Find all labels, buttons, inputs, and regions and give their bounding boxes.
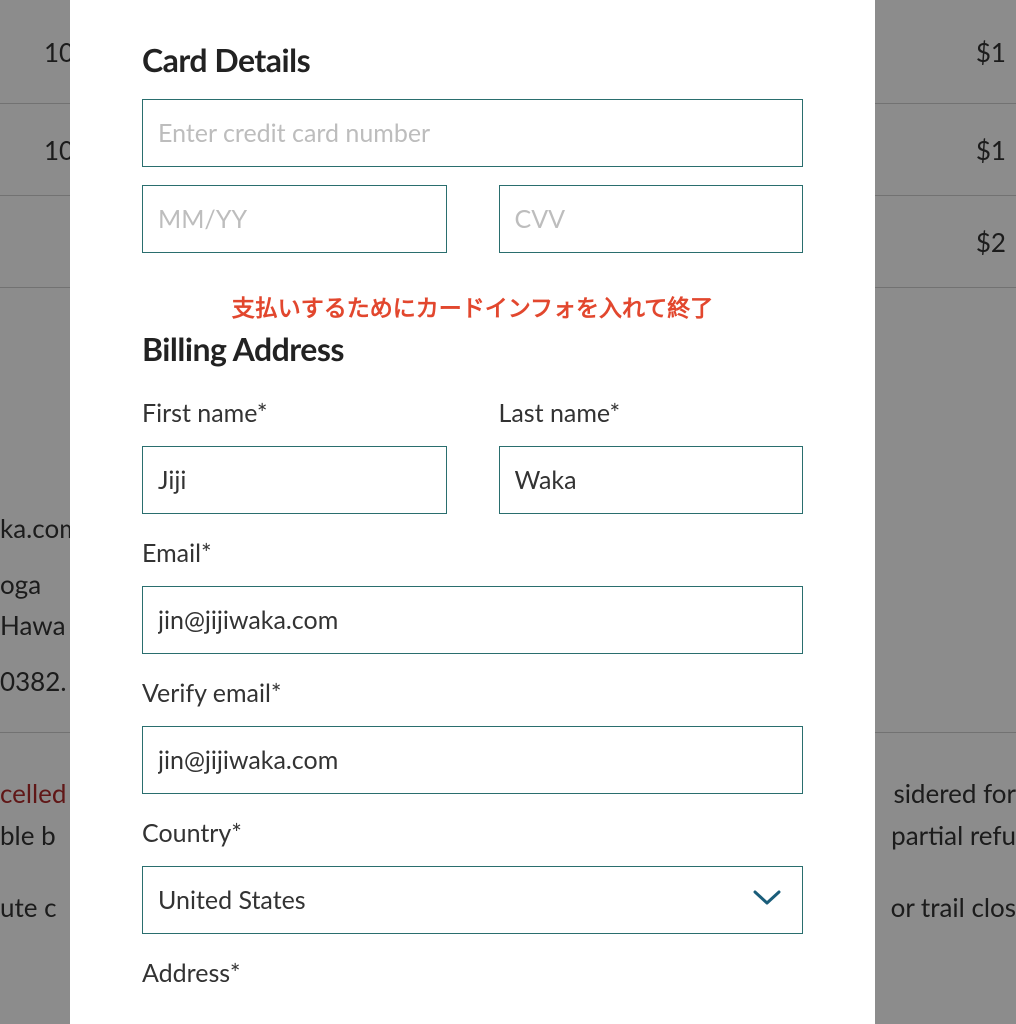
verify-email-input[interactable] [142,726,803,794]
last-name-label: Last name* [499,398,804,428]
email-input[interactable] [142,586,803,654]
address-label: Address* [142,958,803,988]
email-label: Email* [142,538,803,568]
country-label: Country* [142,818,803,848]
last-name-input[interactable] [499,446,804,514]
card-number-input[interactable] [142,99,803,167]
first-name-label: First name* [142,398,447,428]
card-details-heading: Card Details [142,40,803,79]
country-select[interactable]: United States [142,866,803,934]
billing-address-heading: Billing Address [142,329,803,368]
verify-email-label: Verify email* [142,678,803,708]
card-warning-text: 支払いするためにカードインフォを入れて終了 [142,289,803,323]
card-cvv-input[interactable] [499,185,804,253]
card-expiry-input[interactable] [142,185,447,253]
payment-modal: Card Details 支払いするためにカードインフォを入れて終了 Billi… [70,0,875,1024]
first-name-input[interactable] [142,446,447,514]
